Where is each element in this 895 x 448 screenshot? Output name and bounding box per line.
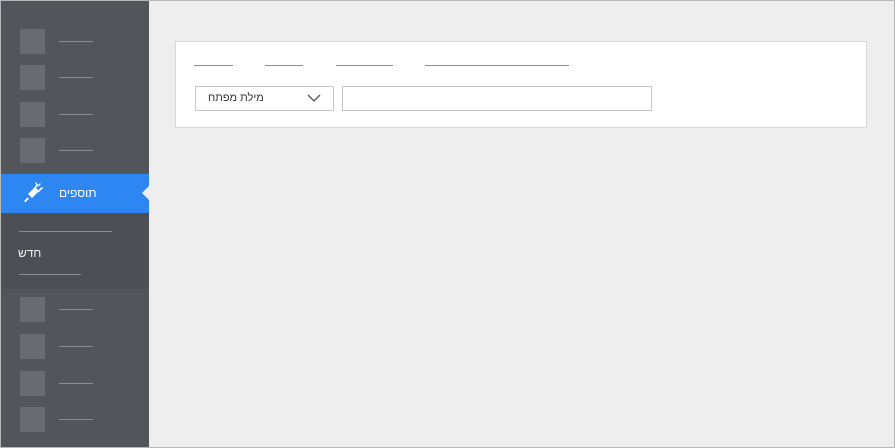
search-type-select[interactable]: מילת מפתח bbox=[195, 86, 334, 111]
app-window: תוספים חדש מילת מפתח bbox=[0, 0, 895, 448]
sidebar-item-plugins[interactable]: תוספים bbox=[1, 174, 149, 213]
sidebar-item-3[interactable] bbox=[1, 97, 149, 133]
search-input[interactable] bbox=[342, 86, 652, 111]
sidebar-item-5[interactable] bbox=[1, 292, 149, 328]
filter-panel: מילת מפתח bbox=[175, 41, 867, 128]
sidebar-item-icon-placeholder bbox=[20, 297, 45, 322]
sidebar-item-8[interactable] bbox=[1, 402, 149, 438]
sidebar-item-icon-placeholder bbox=[20, 138, 45, 163]
tab-placeholder-2[interactable] bbox=[265, 65, 303, 66]
sidebar-item-6[interactable] bbox=[1, 329, 149, 365]
sidebar-item-label-placeholder bbox=[59, 346, 93, 347]
tab-placeholder-4[interactable] bbox=[425, 65, 569, 66]
sidebar-item-icon-placeholder bbox=[20, 371, 45, 396]
sidebar-item-label: תוספים bbox=[59, 186, 97, 200]
sidebar-item-label-placeholder bbox=[59, 309, 93, 310]
sidebar-item-label-placeholder bbox=[59, 114, 93, 115]
sidebar-item-2[interactable] bbox=[1, 60, 149, 96]
sidebar-item-label-placeholder bbox=[59, 77, 93, 78]
sidebar-item-label-placeholder bbox=[59, 41, 93, 42]
sidebar-item-icon-placeholder bbox=[20, 29, 45, 54]
sidebar: תוספים חדש bbox=[1, 1, 149, 447]
new-section: חדש bbox=[1, 213, 149, 289]
tab-placeholder-1[interactable] bbox=[194, 65, 233, 66]
sidebar-item-label-placeholder bbox=[59, 150, 93, 151]
sidebar-item-label-placeholder bbox=[59, 383, 93, 384]
sidebar-item-icon-placeholder bbox=[20, 102, 45, 127]
sidebar-item-icon-placeholder bbox=[20, 334, 45, 359]
sidebar-item-label-placeholder bbox=[59, 419, 93, 420]
section-divider bbox=[19, 231, 112, 232]
tab-placeholder-3[interactable] bbox=[336, 65, 393, 66]
sidebar-item-icon-placeholder bbox=[20, 65, 45, 90]
plug-icon bbox=[24, 182, 44, 203]
sidebar-item-7[interactable] bbox=[1, 366, 149, 402]
new-section-label[interactable]: חדש bbox=[18, 246, 41, 260]
active-indicator bbox=[142, 186, 149, 200]
chevron-down-icon bbox=[307, 94, 321, 102]
sidebar-item-icon-placeholder bbox=[20, 407, 45, 432]
section-divider bbox=[19, 274, 81, 275]
sidebar-item-1[interactable] bbox=[1, 24, 149, 60]
select-value: מילת מפתח bbox=[208, 92, 264, 104]
sidebar-item-4[interactable] bbox=[1, 133, 149, 169]
